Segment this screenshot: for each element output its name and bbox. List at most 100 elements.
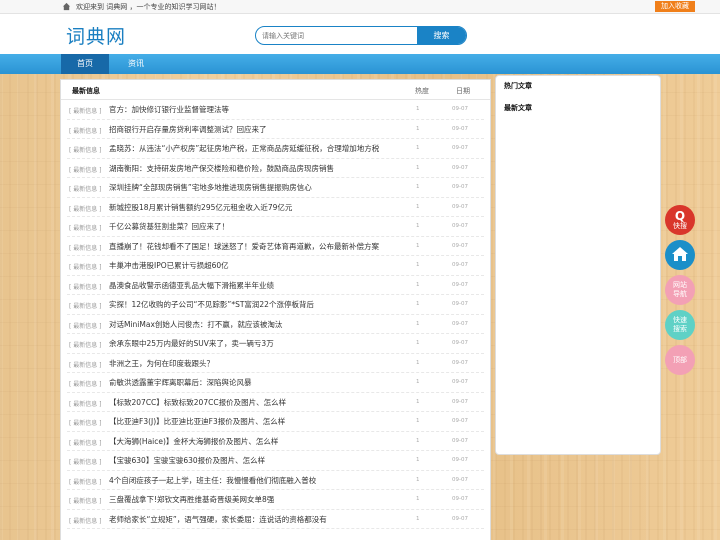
- table-row[interactable]: [ 最新信息 ] 4个自闭症孩子一起上学，班主任：我慢慢看他们彻底融入普校 1 09-…: [67, 471, 484, 490]
- table-row[interactable]: [ 最新信息 ] 招商银行开启存量房贷利率调整测试？回应来了 1 09-07: [67, 120, 484, 139]
- row-hot-count: 1: [416, 437, 420, 444]
- search-button[interactable]: 搜索: [417, 27, 466, 44]
- table-row[interactable]: [ 最新信息 ] 【比亚迪F3(J)】比亚迪比亚迪F3报价及图片、怎么样 1 09-0…: [67, 412, 484, 432]
- row-date: 09-07: [452, 203, 468, 210]
- nav-item-news[interactable]: 资讯: [112, 54, 160, 74]
- row-date: 09-07: [452, 184, 468, 190]
- table-row[interactable]: [ 最新信息 ] 千亿公募货基狂割韭菜？回应来了！ 1 09-07: [67, 217, 484, 237]
- row-hot-count: 1: [416, 398, 420, 405]
- row-title-link[interactable]: 孟晓苏：从违法“小产权房”起征房地产税，正常商品房延缓征税，合理增加地方税: [109, 143, 379, 154]
- home-icon[interactable]: [62, 2, 72, 12]
- row-category: [ 最新信息 ]: [69, 361, 102, 369]
- row-hot-count: 1: [416, 418, 420, 424]
- row-date: 09-07: [452, 301, 468, 307]
- row-category: [ 最新信息 ]: [69, 420, 102, 427]
- table-row[interactable]: [ 最新信息 ] 三盘覆战拿下!郑钦文再胜维基奇晋级美网女单8强 1 09-07: [67, 490, 484, 510]
- table-row[interactable]: [ 最新信息 ] 余承东眼中25万内最好的SUV来了，卖一辆亏3万 1 09-07: [67, 334, 484, 354]
- row-title-link[interactable]: 俞敏洪透露董宇辉离职幕后：深陷舆论风暴: [109, 377, 252, 388]
- row-date: 09-07: [452, 359, 468, 366]
- nav-item-home[interactable]: 首页: [61, 54, 109, 74]
- table-row[interactable]: [ 最新信息 ] 【宝骏630】宝骏宝骏630报价及图片、怎么样 1 09-07: [67, 451, 484, 471]
- site-logo[interactable]: 词典网: [66, 22, 126, 49]
- row-date: 09-07: [452, 320, 468, 327]
- row-hot-count: 1: [416, 145, 420, 151]
- row-category: [ 最新信息 ]: [69, 166, 102, 174]
- row-title-link[interactable]: 4个自闭症孩子一起上学，班主任：我慢慢看他们彻底融入普校: [109, 475, 316, 486]
- row-title-link[interactable]: 三盘覆战拿下!郑钦文再胜维基奇晋级美网女单8强: [109, 494, 274, 505]
- row-title-link[interactable]: 直播崩了！花钱却看不了国足！球迷怒了！爱奇艺体育再道歉，公布最新补偿方案: [109, 241, 379, 252]
- table-row[interactable]: [ 最新信息 ] 【大海狮(Haice)】金杯大海狮报价及图片、怎么样 1 09-07: [67, 432, 484, 451]
- row-date: 09-07: [452, 398, 468, 405]
- row-category: [ 最新信息 ]: [69, 186, 102, 193]
- table-row[interactable]: [ 最新信息 ] 湖南衡阳：支持研发房地产保交楼险和稳价险，鼓励商品房现房销售 1 0…: [67, 159, 484, 178]
- row-title-link[interactable]: 对话MiniMax创始人闫俊杰：打不赢，就应该被淘汰: [109, 319, 282, 330]
- row-hot-count: 1: [416, 262, 420, 268]
- row-category: [ 最新信息 ]: [69, 478, 102, 486]
- row-date: 09-07: [452, 145, 468, 151]
- table-row[interactable]: [ 最新信息 ] 深圳挂牌“全部现房销售”宅地多地推进现房销售提振购房信心 1 09-…: [67, 178, 484, 198]
- table-row[interactable]: [ 最新信息 ] 老师给家长“立规矩”，语气强硬，家长委屈：连说话的资格都没有 1 0…: [67, 510, 484, 529]
- table-row[interactable]: [ 最新信息 ] 新城控股18月累计销售额约295亿元租金收入近79亿元 1 09-0…: [67, 198, 484, 217]
- row-category: [ 最新信息 ]: [69, 283, 102, 291]
- row-category: [ 最新信息 ]: [69, 498, 102, 505]
- row-title-link[interactable]: 官方：加快修订银行业监督管理法等: [109, 104, 229, 115]
- row-title-link[interactable]: 招商银行开启存量房贷利率调整测试？回应来了: [109, 124, 267, 135]
- row-hot-count: 1: [416, 301, 420, 307]
- row-hot-count: 1: [416, 515, 420, 522]
- row-hot-count: 1: [416, 184, 420, 190]
- column-header-hot: 热度: [415, 87, 429, 95]
- table-row[interactable]: [ 最新信息 ] 非洲之王，为何在印度栽跟头？ 1 09-07: [67, 354, 484, 373]
- row-title-link[interactable]: 深圳挂牌“全部现房销售”宅地多地推进现房销售提振购房信心: [109, 182, 312, 193]
- quick-search-float-button[interactable]: Q 快搜: [665, 205, 695, 235]
- table-row[interactable]: [ 最新信息 ] 【标致207CC】标致标致207CC报价及图片、怎么样 1 09-0…: [67, 393, 484, 412]
- row-hot-count: 1: [416, 379, 420, 385]
- row-category: [ 最新信息 ]: [69, 400, 102, 408]
- row-title-link[interactable]: 晶澳食品收警示函德亚乳品大幅下滑拖累半年业绩: [109, 280, 274, 291]
- row-date: 09-07: [452, 515, 468, 522]
- q-icon: Q: [674, 208, 686, 223]
- back-to-top-float-button[interactable]: 顶部: [665, 345, 695, 375]
- table-row[interactable]: [ 最新信息 ] 实探！12亿收购的子公司“不见踪影”*ST富润22个涨停板背后 1…: [67, 295, 484, 315]
- row-title-link[interactable]: 新城控股18月累计销售额约295亿元租金收入近79亿元: [109, 202, 292, 213]
- row-title-link[interactable]: 丰巢冲击港股IPO已累计亏损超60亿: [109, 260, 229, 271]
- table-row[interactable]: [ 最新信息 ] 孟晓苏：从违法“小产权房”起征房地产税，正常商品房延缓征税，合理…: [67, 139, 484, 159]
- row-hot-count: 1: [416, 125, 420, 132]
- row-hot-count: 1: [416, 223, 420, 229]
- row-title-link[interactable]: 千亿公募货基狂割韭菜？回应来了！: [109, 221, 229, 232]
- table-row[interactable]: [ 最新信息 ] 俞敏洪透露董宇辉离职幕后：深陷舆论风暴 1 09-07: [67, 373, 484, 393]
- row-date: 09-07: [452, 379, 468, 385]
- row-hot-count: 1: [416, 164, 420, 171]
- row-date: 09-07: [452, 164, 468, 171]
- row-date: 09-07: [452, 262, 468, 268]
- home-float-button[interactable]: [665, 240, 695, 270]
- row-title-link[interactable]: 【大海狮(Haice)】金杯大海狮报价及图片、怎么样: [109, 436, 278, 447]
- row-title-link[interactable]: 非洲之王，为何在印度栽跟头？: [109, 358, 214, 369]
- float-label-1: 快速: [673, 316, 687, 324]
- main-nav: 首页 资讯: [0, 54, 720, 74]
- search-input[interactable]: [256, 27, 418, 44]
- row-date: 09-07: [452, 223, 468, 229]
- row-title-link[interactable]: 【比亚迪F3(J)】比亚迪比亚迪F3报价及图片、怎么样: [109, 416, 285, 427]
- row-category: [ 最新信息 ]: [69, 264, 102, 271]
- row-title-link[interactable]: 实探！12亿收购的子公司“不见踪影”*ST富润22个涨停板背后: [109, 299, 314, 310]
- site-nav-float-button[interactable]: 网站 导航: [665, 275, 695, 305]
- add-favorite-button[interactable]: 加入收藏: [655, 1, 695, 12]
- row-category: [ 最新信息 ]: [69, 205, 102, 213]
- fast-search-float-button[interactable]: 快速 搜索: [665, 310, 695, 340]
- table-row[interactable]: [ 最新信息 ] 丰巢冲击港股IPO已累计亏损超60亿 1 09-07: [67, 256, 484, 276]
- row-category: [ 最新信息 ]: [69, 225, 102, 232]
- row-title-link[interactable]: 【标致207CC】标致标致207CC报价及图片、怎么样: [109, 397, 286, 408]
- row-title-link[interactable]: 【宝骏630】宝骏宝骏630报价及图片、怎么样: [109, 455, 265, 466]
- row-title-link[interactable]: 湖南衡阳：支持研发房地产保交楼险和稳价险，鼓励商品房现房销售: [109, 163, 334, 174]
- row-hot-count: 1: [416, 457, 420, 463]
- row-date: 09-07: [452, 457, 468, 463]
- table-row[interactable]: [ 最新信息 ] 官方：加快修订银行业监督管理法等 1 09-07: [67, 100, 484, 120]
- row-title-link[interactable]: 老师给家长“立规矩”，语气强硬，家长委屈：连说话的资格都没有: [109, 514, 327, 525]
- row-hot-count: 1: [416, 203, 420, 210]
- table-row[interactable]: [ 最新信息 ] 对话MiniMax创始人闫俊杰：打不赢，就应该被淘汰 1 09-07: [67, 315, 484, 334]
- table-row[interactable]: [ 最新信息 ] 晶澳食品收警示函德亚乳品大幅下滑拖累半年业绩 1 09-07: [67, 276, 484, 295]
- row-title-link[interactable]: 余承东眼中25万内最好的SUV来了，卖一辆亏3万: [109, 338, 274, 349]
- latest-info-panel: 最新信息 热度 日期 [ 最新信息 ] 官方：加快修订银行业监督管理法等 1 09-0…: [60, 79, 491, 540]
- table-row[interactable]: [ 最新信息 ] 直播崩了！花钱却看不了国足！球迷怒了！爱奇艺体育再道歉，公布最新…: [67, 237, 484, 256]
- row-date: 09-07: [452, 476, 468, 483]
